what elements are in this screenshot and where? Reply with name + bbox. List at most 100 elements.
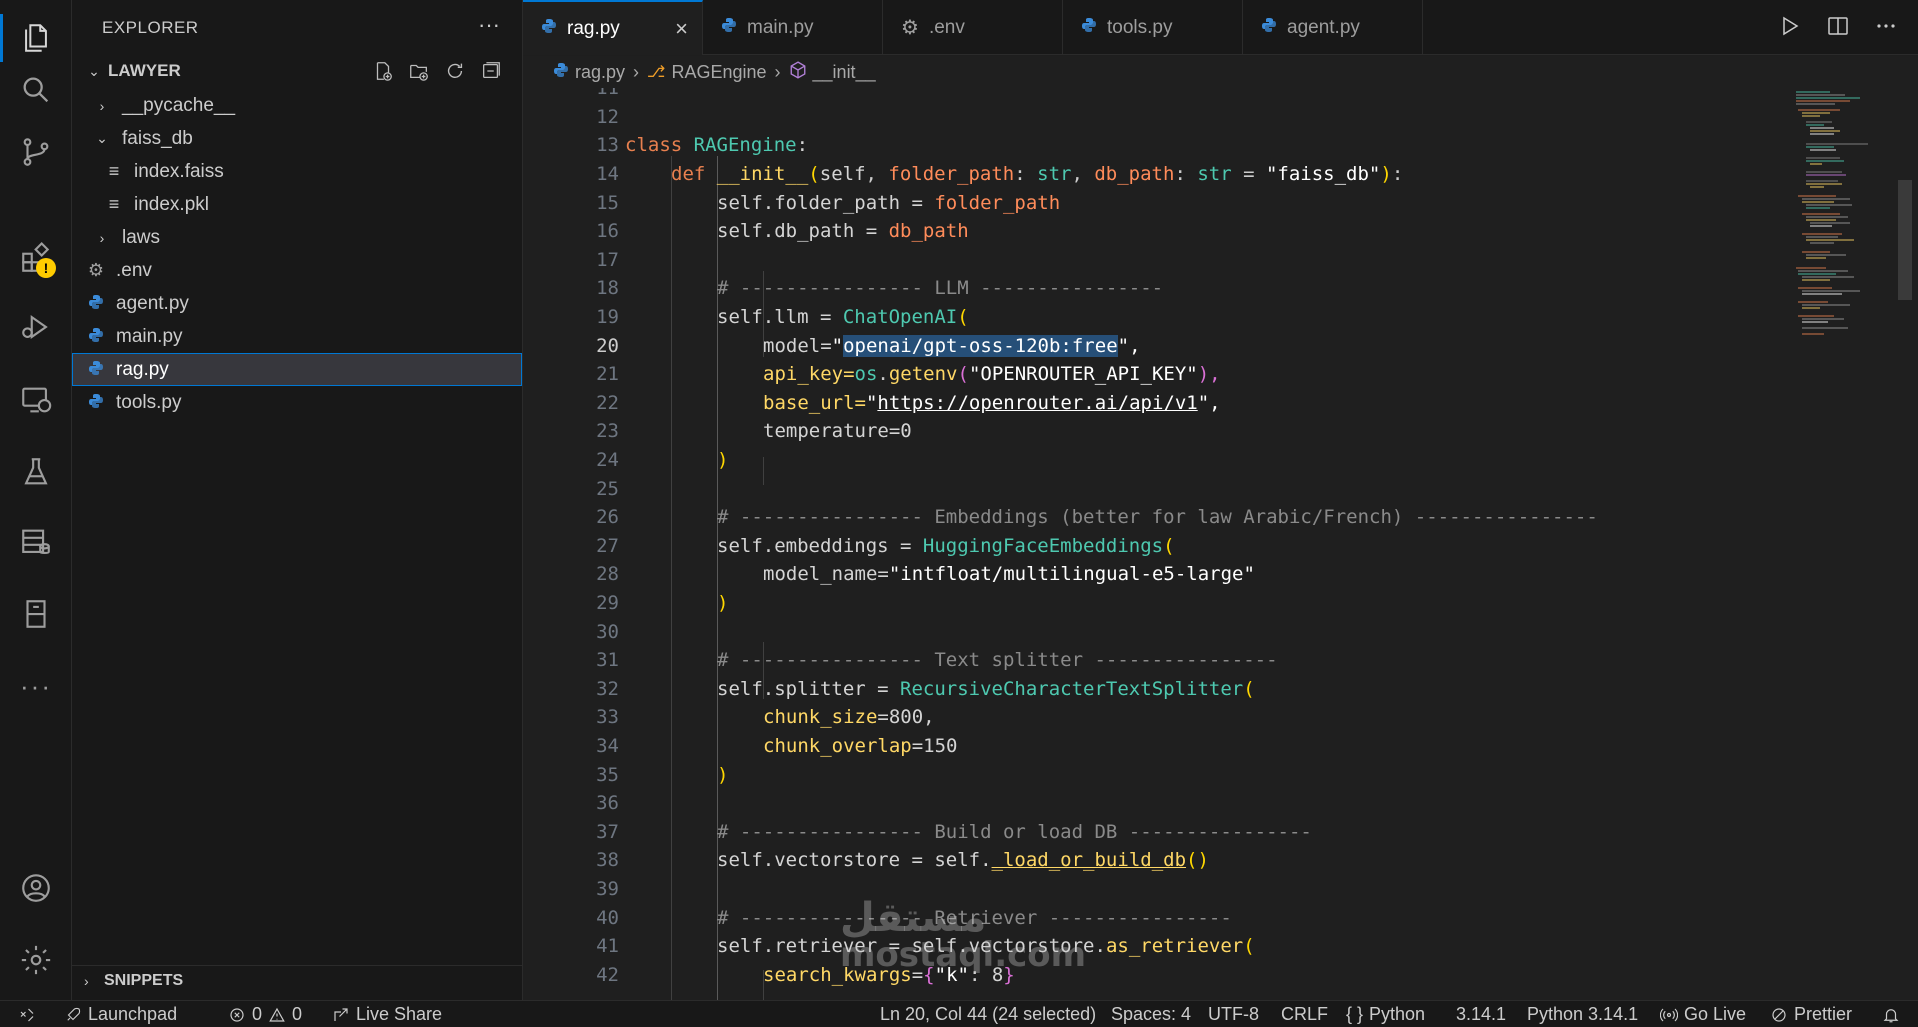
close-icon[interactable]: × xyxy=(675,16,688,42)
breadcrumb-method[interactable]: __init__ xyxy=(789,60,876,84)
code-text: self.embeddings = HuggingFaceEmbeddings( xyxy=(717,534,1175,557)
code-text: self.vectorstore = self._load_or_build_d… xyxy=(717,849,1209,872)
notifications-bell-icon[interactable] xyxy=(1882,1001,1900,1027)
python-interpreter[interactable]: Python 3.14.1 xyxy=(1527,1001,1638,1027)
code-line: 18 # ---------------- LLM --------------… xyxy=(523,274,1773,303)
tab-main-py[interactable]: main.py xyxy=(703,0,883,55)
more-icon[interactable]: ··· xyxy=(0,656,72,716)
tree-folder-pycache[interactable]: › __pycache__ xyxy=(72,89,522,122)
language-mode[interactable]: { } Python xyxy=(1346,1001,1425,1027)
end-of-line[interactable]: CRLF xyxy=(1281,1001,1328,1027)
code-line: 42 search_kwargs={"k": 8} xyxy=(523,961,1773,990)
remote-explorer-icon[interactable] xyxy=(0,370,72,430)
line-number: 36 xyxy=(596,792,619,815)
line-number: 40 xyxy=(596,906,619,929)
run-debug-icon[interactable] xyxy=(0,297,72,357)
line-number: 39 xyxy=(596,878,619,901)
tree-file-agent-py[interactable]: agent.py xyxy=(72,287,522,320)
line-number: 12 xyxy=(596,105,619,128)
code-text: model_name="intfloat/multilingual-e5-lar… xyxy=(763,563,1255,586)
code-line: 19 self.llm = ChatOpenAI( xyxy=(523,303,1773,332)
tree-item-label: rag.py xyxy=(116,358,169,380)
tree-file-tools-py[interactable]: tools.py xyxy=(72,386,522,419)
code-line: 16 self.db_path = db_path xyxy=(523,217,1773,246)
code-line: 33 chunk_size=800, xyxy=(523,703,1773,732)
remote-indicator-icon[interactable] xyxy=(18,1001,36,1027)
tree-file-rag-py[interactable]: rag.py xyxy=(72,353,522,386)
tree-file-index-faiss[interactable]: ≡ index.faiss xyxy=(72,155,522,188)
line-number: 28 xyxy=(596,563,619,586)
method-symbol-icon xyxy=(789,60,807,84)
line-number: 15 xyxy=(596,191,619,214)
testing-flask-icon[interactable] xyxy=(0,442,72,502)
line-number: 35 xyxy=(596,763,619,786)
minimap[interactable] xyxy=(1790,88,1890,388)
split-editor-icon[interactable] xyxy=(1826,14,1850,38)
notebook-icon[interactable] xyxy=(0,584,72,644)
status-bar: Launchpad 0 0 Live Share Ln 20, Col 44 (… xyxy=(0,1000,1918,1027)
line-number: 16 xyxy=(596,220,619,243)
extensions-icon[interactable]: ! xyxy=(0,228,72,288)
line-number: 19 xyxy=(596,306,619,329)
line-number: 25 xyxy=(596,477,619,500)
class-symbol-icon: ⎇ xyxy=(647,64,666,81)
settings-gear-icon[interactable] xyxy=(0,930,72,990)
search-icon[interactable] xyxy=(0,60,72,120)
tree-file-index-pkl[interactable]: ≡ index.pkl xyxy=(72,188,522,221)
account-icon[interactable] xyxy=(0,858,72,918)
live-share-button[interactable]: Live Share xyxy=(332,1001,442,1027)
line-number: 41 xyxy=(596,935,619,958)
collapse-all-icon[interactable] xyxy=(480,60,502,82)
python-version[interactable]: 3.14.1 xyxy=(1456,1001,1506,1027)
new-file-icon[interactable] xyxy=(372,60,394,82)
line-number: 26 xyxy=(596,506,619,529)
source-control-icon[interactable] xyxy=(0,122,72,182)
tree-folder-faiss-db[interactable]: ⌄ faiss_db xyxy=(72,122,522,155)
tree-item-label: index.pkl xyxy=(134,193,209,215)
go-live-button[interactable]: Go Live xyxy=(1660,1001,1746,1027)
breadcrumb-file[interactable]: rag.py xyxy=(553,62,625,83)
editor-scrollbar-thumb[interactable] xyxy=(1898,180,1912,300)
indentation-spaces[interactable]: Spaces: 4 xyxy=(1111,1001,1191,1027)
live-share-label: Live Share xyxy=(356,1004,443,1024)
tab-agent-py[interactable]: agent.py xyxy=(1243,0,1423,55)
breadcrumb-file-label: rag.py xyxy=(575,61,626,82)
refresh-icon[interactable] xyxy=(444,60,466,82)
tree-file-main-py[interactable]: main.py xyxy=(72,320,522,353)
tree-file-env[interactable]: ⚙ .env xyxy=(72,254,522,287)
chevron-down-icon: ⌄ xyxy=(96,130,108,146)
tab-label: .env xyxy=(928,16,965,38)
code-line: 35 ) xyxy=(523,760,1773,789)
tree-folder-laws[interactable]: › laws xyxy=(72,221,522,254)
launchpad-button[interactable]: Launchpad xyxy=(64,1001,177,1027)
code-line: 41 self.retriever = self.vectorstore.as_… xyxy=(523,932,1773,961)
code-editor[interactable]: 11 12 13 class RAGEngine: 14 def __init_… xyxy=(523,88,1918,1000)
cursor-position[interactable]: Ln 20, Col 44 (24 selected) xyxy=(880,1001,1096,1027)
tab-rag-py[interactable]: rag.py × xyxy=(523,0,703,55)
code-line: 23 temperature=0 xyxy=(523,417,1773,446)
chevron-down-icon: ⌄ xyxy=(88,62,100,79)
code-line: 24 ) xyxy=(523,446,1773,475)
explorer-more-icon[interactable]: ··· xyxy=(478,12,500,38)
prettier-button[interactable]: Prettier xyxy=(1770,1001,1852,1027)
python-icon xyxy=(1081,17,1097,39)
tree-item-label: laws xyxy=(122,226,161,248)
tree-item-label: faiss_db xyxy=(122,127,193,149)
chevron-right-icon: › xyxy=(774,61,781,82)
tab-tools-py[interactable]: tools.py xyxy=(1063,0,1243,55)
more-actions-icon[interactable] xyxy=(1874,14,1898,38)
language-label: Python xyxy=(1369,1004,1426,1024)
file-encoding[interactable]: UTF-8 xyxy=(1208,1001,1259,1027)
problems-indicator[interactable]: 0 0 xyxy=(228,1001,302,1027)
code-line: 30 xyxy=(523,617,1773,646)
new-folder-icon[interactable] xyxy=(408,60,430,82)
tab-env[interactable]: ⚙ .env xyxy=(883,0,1063,55)
activity-bar: ! ··· xyxy=(0,0,72,1000)
database-icon[interactable] xyxy=(0,512,72,572)
explorer-files-icon[interactable] xyxy=(0,8,72,68)
breadcrumb-class[interactable]: ⎇ RAGEngine xyxy=(647,62,767,83)
snippets-section-header[interactable]: › SNIPPETS xyxy=(72,965,522,995)
run-play-icon[interactable] xyxy=(1778,14,1802,38)
python-icon xyxy=(553,62,569,83)
tree-item-label: index.faiss xyxy=(134,160,224,182)
